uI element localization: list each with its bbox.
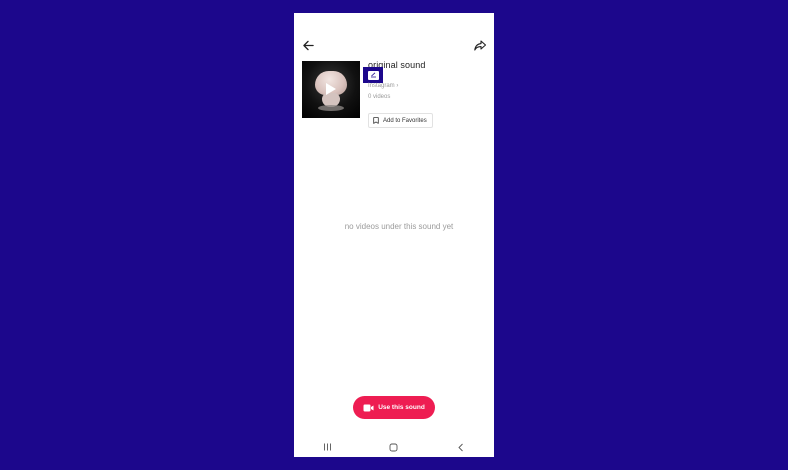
add-to-favorites-label: Add to Favorites bbox=[383, 117, 427, 124]
add-to-favorites-button[interactable]: Add to Favorites bbox=[368, 113, 433, 128]
sound-author-link[interactable]: Instagram › bbox=[368, 83, 398, 89]
chevron-left-icon bbox=[458, 443, 463, 451]
sound-cover-thumbnail[interactable] bbox=[302, 61, 360, 118]
use-this-sound-button[interactable]: Use this sound bbox=[353, 396, 435, 419]
video-camera-icon bbox=[363, 404, 374, 411]
share-button[interactable] bbox=[472, 37, 488, 53]
back-nav-button[interactable] bbox=[453, 439, 469, 455]
play-icon[interactable] bbox=[326, 83, 336, 95]
home-button[interactable] bbox=[386, 439, 402, 455]
videos-count: 0 videos bbox=[368, 94, 391, 100]
cover-image-shadow bbox=[318, 105, 344, 111]
back-button[interactable] bbox=[300, 37, 316, 53]
share-arrow-icon bbox=[474, 39, 486, 51]
bookmark-icon bbox=[373, 117, 379, 124]
recent-apps-button[interactable] bbox=[319, 439, 335, 455]
system-navigation-bar bbox=[294, 437, 494, 457]
author-name: Instagram bbox=[368, 83, 395, 89]
edit-badge[interactable] bbox=[363, 67, 383, 83]
edit-icon bbox=[367, 70, 379, 80]
recent-apps-icon bbox=[323, 443, 331, 451]
sound-detail-screen: original sound Instagram › 0 videos Add … bbox=[294, 13, 494, 457]
home-icon bbox=[390, 443, 398, 451]
empty-state-message: no videos under this sound yet bbox=[344, 222, 454, 231]
use-this-sound-label: Use this sound bbox=[378, 404, 425, 411]
chevron-right-icon: › bbox=[396, 83, 399, 89]
arrow-left-icon bbox=[302, 40, 314, 50]
